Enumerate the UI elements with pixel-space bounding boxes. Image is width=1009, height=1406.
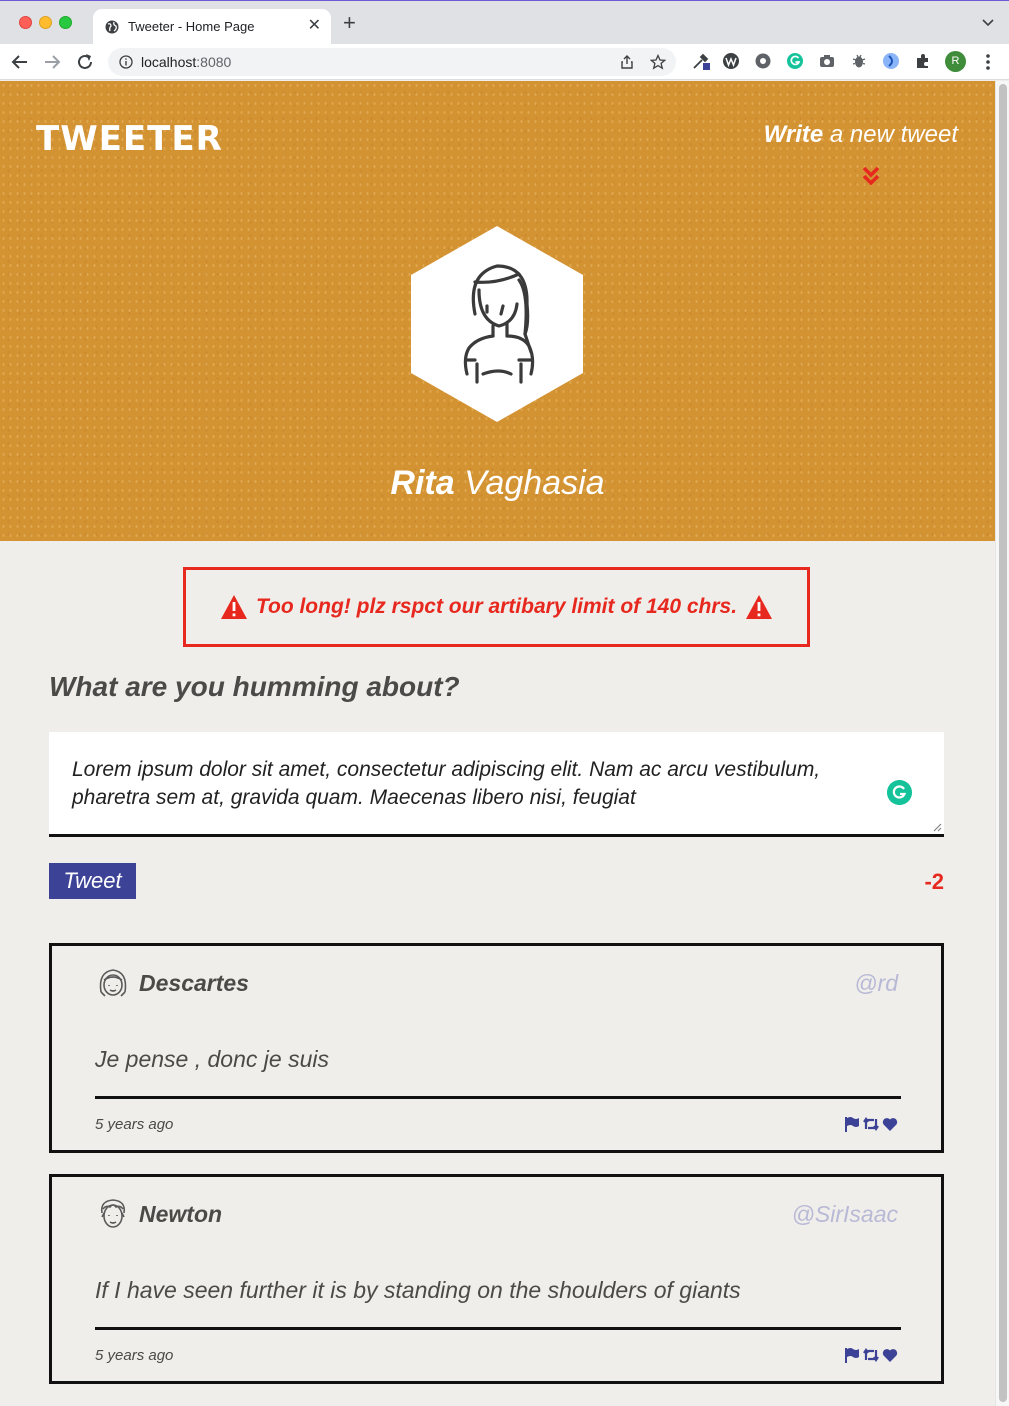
flag-icon[interactable]: [844, 1347, 860, 1363]
forward-arrow-icon[interactable]: [41, 51, 63, 73]
profile-avatar[interactable]: R: [945, 51, 966, 72]
tweet-author-name: Descartes: [139, 970, 249, 996]
bug-extension-icon[interactable]: [850, 52, 868, 70]
grammarly-icon[interactable]: [887, 780, 912, 805]
retweet-icon[interactable]: [863, 1116, 879, 1132]
camera-extension-icon[interactable]: [818, 52, 836, 70]
url-text: localhost:8080: [141, 54, 232, 70]
bookmark-star-icon[interactable]: [650, 54, 666, 70]
chevron-down-icon[interactable]: [981, 15, 995, 29]
error-alert: Too long! plz rspct our artibary limit o…: [183, 567, 810, 647]
tweet-card: Newton @SirIsaac If I have seen further …: [49, 1174, 944, 1384]
close-tab-icon[interactable]: ✕: [308, 17, 321, 35]
error-message: Too long! plz rspct our artibary limit o…: [255, 595, 738, 618]
puzzle-extensions-icon[interactable]: [914, 52, 932, 70]
site-logo[interactable]: TWEETER: [36, 119, 223, 159]
resize-handle-icon[interactable]: [932, 822, 942, 832]
globe-icon: [105, 20, 119, 34]
tweet-text: If I have seen further it is by standing…: [95, 1277, 741, 1303]
tweet-card: Descartes @rd Je pense , donc je suis 5 …: [49, 943, 944, 1153]
character-counter: -2: [924, 869, 944, 894]
tweet-timestamp: 5 years ago: [95, 1347, 174, 1364]
scrollbar-thumb[interactable]: [999, 84, 1007, 1402]
warning-icon: [220, 595, 247, 619]
write-new-tweet-link[interactable]: Write a new tweet: [764, 121, 958, 149]
browser-tab-strip: Tweeter - Home Page ✕ +: [0, 0, 1009, 45]
retweet-icon[interactable]: [863, 1347, 879, 1363]
browser-extension-icon[interactable]: [882, 52, 900, 70]
heart-icon[interactable]: [882, 1116, 898, 1132]
info-icon[interactable]: [119, 55, 133, 69]
tweet-divider: [95, 1096, 901, 1099]
back-arrow-icon[interactable]: [9, 51, 31, 73]
more-menu-icon[interactable]: [980, 53, 996, 71]
browser-toolbar: localhost:8080 R: [0, 44, 1009, 80]
tweet-textarea-text[interactable]: Lorem ipsum dolor sit amet, consectetur …: [72, 756, 862, 812]
double-chevron-down-icon[interactable]: [861, 165, 881, 187]
gear-extension-icon[interactable]: [754, 52, 772, 70]
user-avatar: [99, 969, 127, 997]
tweet-author-name: Newton: [139, 1201, 223, 1227]
tweet-actions: [844, 1347, 898, 1363]
reload-icon[interactable]: [74, 51, 96, 73]
zoom-window-button[interactable]: [59, 16, 72, 29]
tweet-button[interactable]: Tweet: [49, 863, 136, 899]
page-viewport: TWEETER Write a new tweet Rita Vaghasia: [0, 81, 995, 1406]
profile-header: TWEETER Write a new tweet Rita Vaghasia: [0, 81, 995, 541]
close-window-button[interactable]: [19, 16, 32, 29]
share-icon[interactable]: [619, 54, 635, 70]
grammarly-extension-icon[interactable]: [786, 52, 804, 70]
eyedropper-extension-icon[interactable]: [692, 52, 710, 70]
wappalyzer-extension-icon[interactable]: [722, 52, 740, 70]
profile-avatar-image: [411, 226, 583, 422]
tweet-divider: [95, 1327, 901, 1330]
compose-heading: What are you humming about?: [49, 671, 460, 702]
flag-icon[interactable]: [844, 1116, 860, 1132]
profile-name: Rita Vaghasia: [390, 464, 605, 502]
tweet-actions: [844, 1116, 898, 1132]
tweet-text: Je pense , donc je suis: [95, 1046, 329, 1072]
tweet-author-handle: @rd: [854, 970, 898, 996]
tweet-textarea[interactable]: Lorem ipsum dolor sit amet, consectetur …: [49, 732, 944, 837]
page-scrollbar[interactable]: [995, 81, 1009, 1406]
browser-tab[interactable]: Tweeter - Home Page ✕: [93, 9, 331, 45]
minimize-window-button[interactable]: [39, 16, 52, 29]
tab-title: Tweeter - Home Page: [128, 19, 255, 34]
address-bar[interactable]: localhost:8080: [108, 48, 676, 76]
warning-icon: [746, 595, 773, 619]
tweet-timestamp: 5 years ago: [95, 1116, 174, 1133]
user-avatar: [100, 1199, 126, 1228]
new-tab-button[interactable]: +: [343, 12, 356, 34]
tweet-author-handle: @SirIsaac: [791, 1201, 898, 1227]
heart-icon[interactable]: [882, 1347, 898, 1363]
